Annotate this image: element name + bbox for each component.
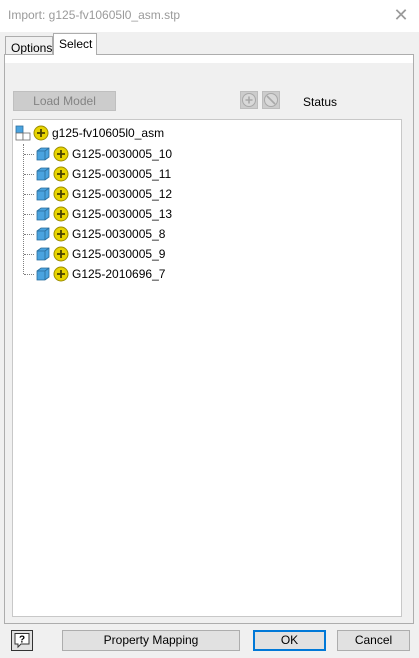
status-plus-icon[interactable]	[53, 146, 69, 162]
help-glyph: ?	[19, 635, 25, 646]
part-icon	[36, 227, 50, 241]
status-plus-icon[interactable]	[33, 125, 49, 141]
tree-item-label: G125-0030005_13	[72, 207, 173, 221]
part-icon	[36, 207, 50, 221]
tree-item-label: G125-0030005_9	[72, 247, 166, 261]
ok-button[interactable]: OK	[253, 630, 326, 651]
tree-branch-line	[24, 273, 34, 275]
title-bar: Import: g125-fv10605l0_asm.stp ✕	[0, 0, 419, 32]
tree-branch-line	[24, 153, 34, 155]
tree-item[interactable]: G125-0030005_13	[24, 205, 172, 223]
status-plus-icon[interactable]	[53, 166, 69, 182]
add-status-button[interactable]	[240, 91, 258, 109]
tree-branch-line	[24, 173, 34, 175]
part-icon	[36, 147, 50, 161]
cancel-button[interactable]: Cancel	[337, 630, 410, 651]
tree-item[interactable]: G125-2010696_7	[24, 265, 165, 283]
tree-branch-line	[24, 213, 34, 215]
tree-item-label: G125-0030005_12	[72, 187, 173, 201]
load-model-button[interactable]: Load Model	[13, 91, 116, 111]
add-circle-icon	[242, 93, 256, 107]
status-plus-icon[interactable]	[53, 266, 69, 282]
window-title: Import: g125-fv10605l0_asm.stp	[8, 8, 181, 22]
property-mapping-button[interactable]: Property Mapping	[62, 630, 240, 651]
tree-root-row[interactable]: g125-fv10605l0_asm	[15, 124, 164, 142]
tree-item[interactable]: G125-0030005_11	[24, 165, 171, 183]
tree-branch-line	[24, 193, 34, 195]
tab-select-label: Select	[59, 37, 93, 51]
tree-item[interactable]: G125-0030005_10	[24, 145, 172, 163]
status-plus-icon[interactable]	[53, 206, 69, 222]
status-plus-icon[interactable]	[53, 246, 69, 262]
tree-item-label: G125-0030005_8	[72, 227, 166, 241]
tree-item[interactable]: G125-0030005_9	[24, 245, 165, 263]
panel-top-band	[5, 55, 413, 63]
tree-item-label: G125-2010696_7	[72, 267, 166, 281]
tree-item-label: G125-0030005_11	[72, 167, 172, 181]
assembly-icon	[15, 125, 31, 141]
tree-branch-line	[24, 253, 34, 255]
part-icon	[36, 167, 50, 181]
part-icon	[36, 247, 50, 261]
part-icon	[36, 187, 50, 201]
tab-options-label: Options	[11, 41, 53, 55]
tab-select[interactable]: Select	[53, 33, 97, 55]
part-icon	[36, 267, 50, 281]
tree-root-label: g125-fv10605l0_asm	[52, 126, 165, 140]
tree-item-label: G125-0030005_10	[72, 147, 173, 161]
help-icon: ?	[14, 633, 30, 649]
status-column-label: Status	[303, 95, 338, 109]
status-plus-icon[interactable]	[53, 186, 69, 202]
tree-item[interactable]: G125-0030005_12	[24, 185, 172, 203]
tree-branch-line	[24, 233, 34, 235]
ban-status-button[interactable]	[262, 91, 280, 109]
status-plus-icon[interactable]	[53, 226, 69, 242]
tree-item[interactable]: G125-0030005_8	[24, 225, 165, 243]
close-icon[interactable]: ✕	[392, 5, 410, 25]
help-button[interactable]: ?	[11, 630, 33, 651]
ban-circle-icon	[264, 93, 278, 107]
